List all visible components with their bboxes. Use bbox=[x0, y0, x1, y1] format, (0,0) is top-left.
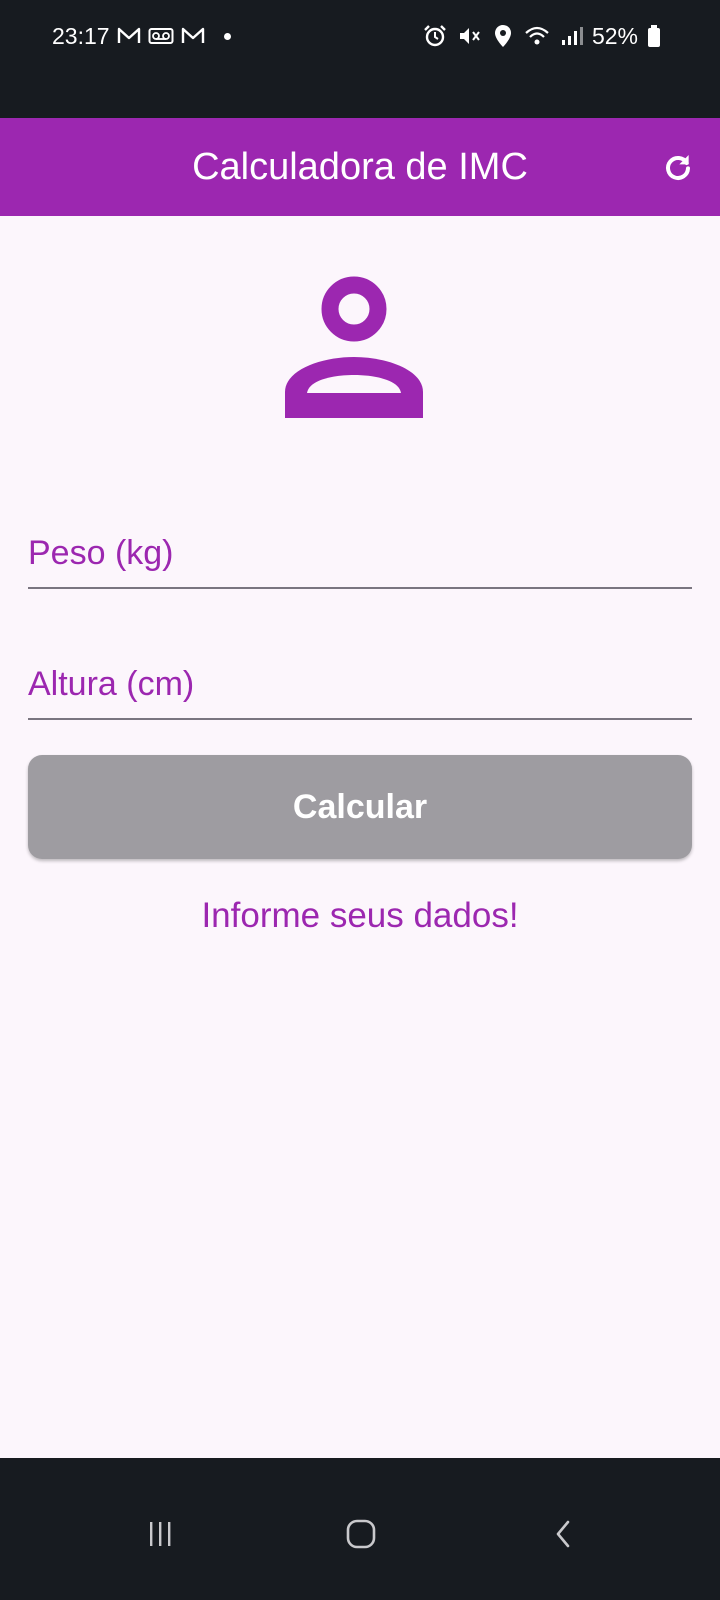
refresh-icon bbox=[666, 155, 690, 180]
back-icon bbox=[556, 1520, 570, 1548]
recents-button[interactable] bbox=[130, 1504, 190, 1564]
height-input[interactable] bbox=[28, 650, 692, 718]
height-field[interactable] bbox=[28, 650, 692, 720]
battery-icon bbox=[646, 23, 662, 49]
navigation-bar bbox=[0, 1458, 720, 1600]
signal-icon bbox=[558, 23, 584, 49]
back-button[interactable] bbox=[534, 1504, 594, 1564]
person-icon bbox=[285, 276, 423, 418]
gmail-icon bbox=[116, 23, 142, 49]
battery-percent: 52% bbox=[591, 22, 638, 49]
weight-input[interactable] bbox=[28, 519, 692, 587]
refresh-button[interactable] bbox=[656, 145, 700, 189]
status-left: 23:17 bbox=[52, 20, 231, 52]
status-right: 52% bbox=[422, 20, 662, 52]
info-text: Informe seus dados! bbox=[201, 896, 519, 935]
gmail-icon bbox=[180, 23, 206, 49]
vibrate-mute-icon bbox=[456, 23, 482, 49]
status-time: 23:17 bbox=[52, 22, 110, 49]
calculate-button[interactable]: Calcular bbox=[28, 755, 692, 859]
voicemail-icon bbox=[148, 23, 174, 49]
app-title: Calculadora de IMC bbox=[192, 146, 528, 188]
home-button[interactable] bbox=[331, 1504, 391, 1564]
wifi-icon bbox=[524, 23, 550, 49]
home-icon bbox=[346, 1519, 376, 1549]
status-bar: 23:17 52% bbox=[0, 0, 720, 118]
alarm-icon bbox=[422, 23, 448, 49]
app-bar: Calculadora de IMC bbox=[0, 118, 720, 216]
recents-icon bbox=[150, 1522, 171, 1546]
location-icon bbox=[490, 23, 516, 49]
notification-dot bbox=[223, 32, 231, 40]
weight-field[interactable] bbox=[28, 519, 692, 589]
